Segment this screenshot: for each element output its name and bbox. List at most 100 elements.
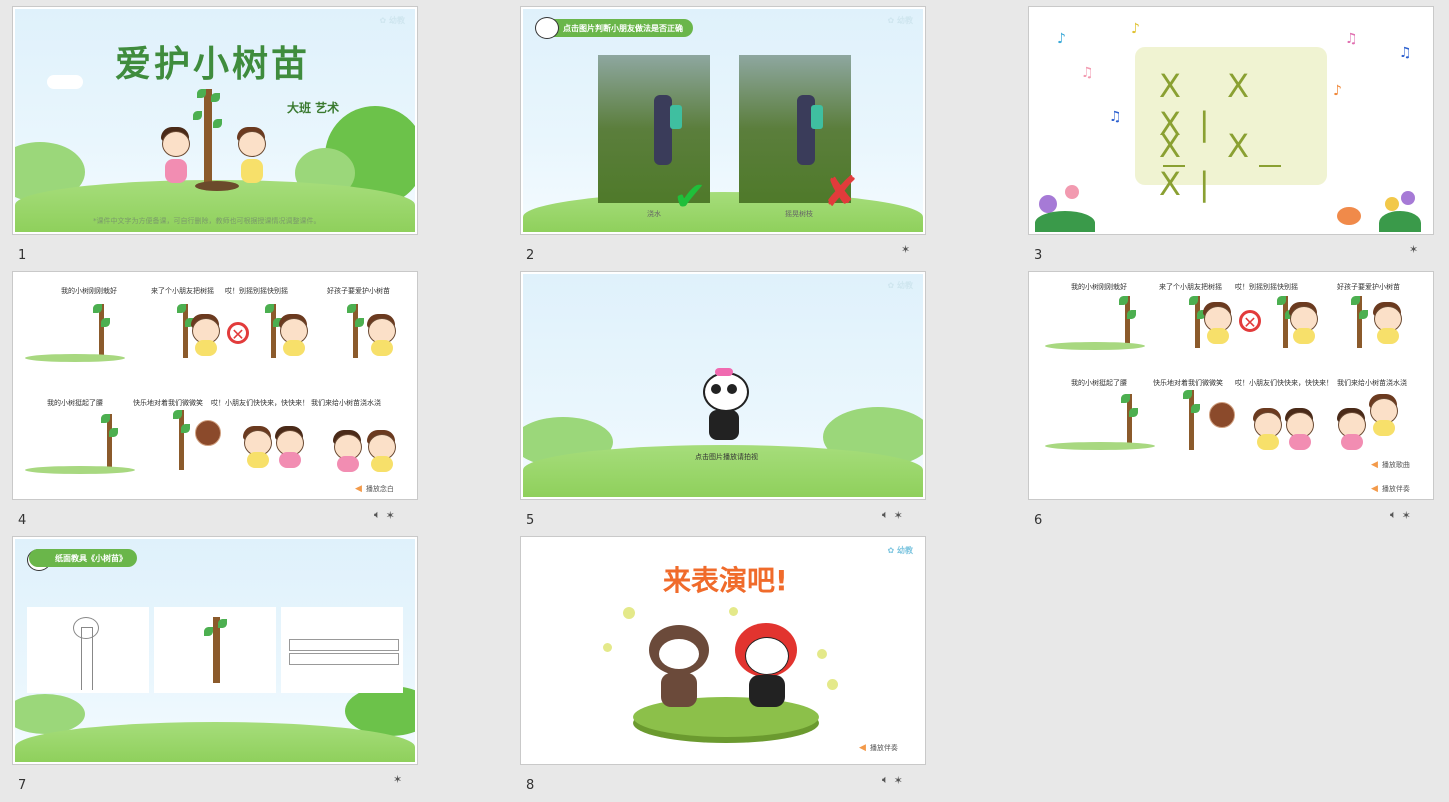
balloon xyxy=(827,679,838,690)
flowers-illustration xyxy=(1035,185,1095,232)
slide-note: *课件中文字为方便备课，可自行删除，教师也可根据授课情况调整课件。 xyxy=(93,217,321,225)
panda-character xyxy=(735,623,801,709)
star-icon: ✶ xyxy=(893,508,903,522)
slide-number: 5 xyxy=(526,513,535,528)
lyric-line: 我们来给小树苗浇水浇 xyxy=(1337,379,1407,387)
raccoon-character xyxy=(645,619,715,709)
brand-logo: ✿ 幼教 xyxy=(379,16,406,25)
girl-illustration xyxy=(1337,408,1367,454)
star-icon: ✶ xyxy=(393,773,403,786)
lyric-line: 快乐地对着我们微微笑 xyxy=(133,399,203,407)
girl-illustration xyxy=(275,426,305,472)
photo-caption: 浇水 xyxy=(647,210,661,218)
lyric-line: 来了个小朋友把树摇 xyxy=(151,287,214,295)
tree-illustration xyxy=(1119,394,1139,448)
bush xyxy=(15,694,85,734)
slide-number: 7 xyxy=(18,778,27,793)
slide-thumbnail-3[interactable]: X X X| X X X| ♪ ♪ ♫ ♫ ♫ ♫ ♪ xyxy=(1028,6,1434,235)
perform-title: 来表演吧! xyxy=(663,564,788,597)
slide-canvas: 我的小树刚刚栽好 来了个小朋友把树摇 哎！别摇别摇快别摇 好孩子要爱护小树苗 ✕… xyxy=(15,274,415,497)
star-icon: ✶ xyxy=(901,243,911,256)
slide-thumbnail-4[interactable]: 我的小树刚刚栽好 来了个小朋友把树摇 哎！别摇别摇快别摇 好孩子要爱护小树苗 ✕… xyxy=(12,271,418,500)
slide-title: 爱护小树苗 xyxy=(115,43,311,85)
star-icon: ✶ xyxy=(1409,243,1419,256)
slide-number: 1 xyxy=(18,248,27,263)
lyric-line: 哎！别摇别摇快别摇 xyxy=(1235,283,1298,291)
tree-illustration xyxy=(1117,296,1137,348)
music-note-icon: ♫ xyxy=(1109,109,1122,125)
slide-thumbnail-1[interactable]: ✿ 幼教 爱护小树苗 大班 艺术 *课件中文字为方便备课，可自行删除，教师也可根… xyxy=(12,6,418,235)
speaker-icon: 🔈︎ xyxy=(374,508,381,521)
smiling-tree-face xyxy=(195,420,221,446)
speaker-icon: ◀ xyxy=(859,743,866,753)
flowers-illustration xyxy=(1331,191,1421,232)
boy-illustration xyxy=(367,314,397,360)
music-note-icon: ♪ xyxy=(1333,83,1342,99)
lyric-line: 我的小树挺起了腰 xyxy=(1071,379,1127,387)
wrong-icon: ✕ xyxy=(1239,310,1261,332)
speaker-icon: ◀ xyxy=(1371,484,1378,494)
slide-meta: ✶ xyxy=(393,773,402,786)
lyric-line: 哎！小朋友们快快来，快快来！ xyxy=(211,399,309,407)
slide-number: 3 xyxy=(1034,248,1043,263)
slide-canvas: ✿ 幼教 来表演吧! ◀ 播放伴奏 xyxy=(523,539,923,762)
audio-label: 播放伴奏 xyxy=(1381,485,1410,493)
speaker-icon: 🔈︎ xyxy=(882,773,889,786)
boy-illustration xyxy=(1289,302,1319,348)
instruction-banner: 点击图片判断小朋友做法是否正确 xyxy=(537,19,693,37)
speaker-icon: 🔈︎ xyxy=(1390,508,1397,521)
lyric-line: 快乐地对着我们微微笑 xyxy=(1153,379,1223,387)
slide-number: 6 xyxy=(1034,513,1043,528)
grass-strip xyxy=(1045,442,1155,450)
boy-illustration xyxy=(243,426,273,472)
audio-button[interactable]: ◀ 播放伴奏 xyxy=(859,743,898,753)
star-icon: ✶ xyxy=(893,773,903,787)
star-icon: ✶ xyxy=(1401,508,1411,522)
music-note-icon: ♪ xyxy=(1131,21,1140,37)
boy-illustration xyxy=(1203,302,1233,348)
audio-button-song[interactable]: ◀ 播放歌曲 xyxy=(1371,460,1410,470)
tree-illustration xyxy=(99,414,119,470)
check-mark-icon: ✔ xyxy=(673,174,707,220)
cross-mark-icon: ✘ xyxy=(823,167,859,216)
tree-illustration xyxy=(193,89,223,189)
boy-illustration xyxy=(367,430,397,476)
play-video-caption: 点击图片播放请拍视 xyxy=(695,453,758,461)
slide-canvas: ✿ 幼教 点击图片播放请拍视 xyxy=(523,274,923,497)
slide-thumbnail-5[interactable]: ✿ 幼教 点击图片播放请拍视 xyxy=(520,271,926,500)
slide-canvas: ✿ 幼教 爱护小树苗 大班 艺术 *课件中文字为方便备课，可自行删除，教师也可根… xyxy=(15,9,415,232)
grass-strip xyxy=(25,354,125,362)
audio-button[interactable]: ◀ 播放念白 xyxy=(355,484,394,494)
audio-button-accompaniment[interactable]: ◀ 播放伴奏 xyxy=(1371,484,1410,494)
speaker-icon: ◀ xyxy=(1371,460,1378,470)
slide-meta: 🔈︎ ✶ xyxy=(1390,508,1411,522)
slide-meta: ✶ xyxy=(1409,243,1418,256)
music-note-icon: ♫ xyxy=(1081,65,1094,81)
slide-number: 2 xyxy=(526,248,535,263)
slide-thumbnail-6[interactable]: 我的小树刚刚栽好 来了个小朋友把树摇 哎！别摇别摇快别摇 好孩子要爱护小树苗 ✕… xyxy=(1028,271,1434,500)
lyric-line: 好孩子要爱护小树苗 xyxy=(1337,283,1400,291)
music-note-icon: ♫ xyxy=(1399,45,1412,61)
instruction-banner: 纸面教具《小树苗》 xyxy=(29,549,137,567)
lyric-line: 我的小树刚刚栽好 xyxy=(1071,283,1127,291)
slide-thumbnail-7[interactable]: 纸面教具《小树苗》 xyxy=(12,536,418,765)
slide-thumbnail-2[interactable]: ✿ 幼教 点击图片判断小朋友做法是否正确 浇水 摇晃树枝 ✔ ✘ xyxy=(520,6,926,235)
slide-meta: 🔈︎ ✶ xyxy=(374,508,395,522)
star-icon: ✶ xyxy=(385,508,395,522)
lyric-line: 哎！小朋友们快快来，快快来！ xyxy=(1235,379,1333,387)
slide-thumbnail-8[interactable]: ✿ 幼教 来表演吧! ◀ 播放伴奏 xyxy=(520,536,926,765)
balloon xyxy=(729,607,738,616)
lyric-line: 我的小树刚刚栽好 xyxy=(61,287,117,295)
boy-illustration xyxy=(279,314,309,360)
balloon xyxy=(817,649,827,659)
slide-number: 4 xyxy=(18,513,27,528)
lyric-line: 来了个小朋友把树摇 xyxy=(1159,283,1222,291)
wrong-icon: ✕ xyxy=(227,322,249,344)
photo-caption: 摇晃树枝 xyxy=(785,210,813,218)
audio-label: 播放念白 xyxy=(365,485,394,493)
cloud xyxy=(47,75,83,89)
tree-illustration xyxy=(1349,296,1369,348)
slide-meta: 🔈︎ ✶ xyxy=(882,773,903,787)
panda-character[interactable] xyxy=(699,368,751,446)
audio-label: 播放伴奏 xyxy=(869,744,898,752)
